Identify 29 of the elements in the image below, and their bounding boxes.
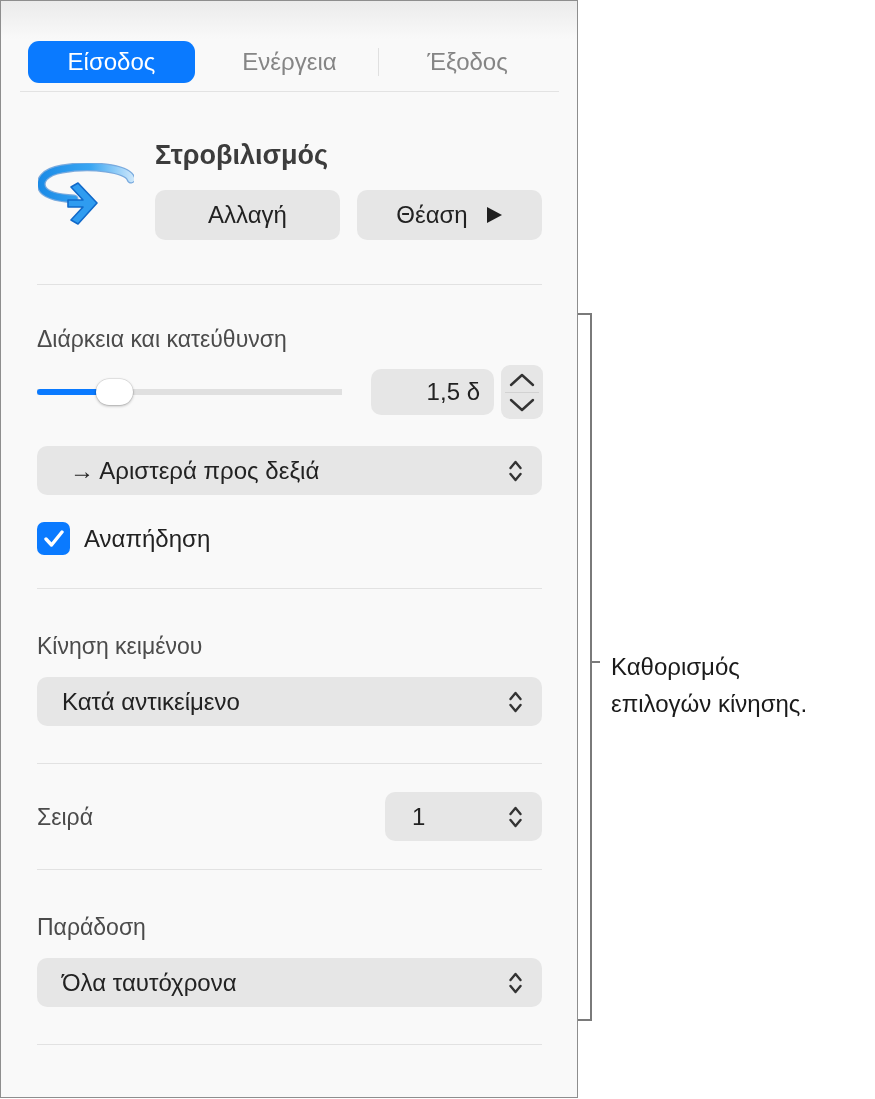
tab[interactable]: Έξοδος: [384, 41, 551, 83]
chevron-down-icon: [509, 397, 535, 412]
section-heading: Σειρά: [37, 802, 93, 832]
swirl-arrow-icon: [38, 163, 134, 225]
chevron-up-icon: [509, 372, 535, 387]
order-popup[interactable]: 1: [385, 792, 542, 841]
up-down-chevron-icon: [509, 690, 522, 713]
up-down-chevron-icon: [509, 971, 522, 994]
slider-thumb[interactable]: [95, 379, 133, 405]
preview-button[interactable]: Θέαση: [357, 190, 542, 240]
popup-menu[interactable]: Όλα ταυτόχρονα: [37, 958, 542, 1007]
checkmark-icon: [43, 530, 64, 547]
tab[interactable]: Ενέργεια: [206, 41, 373, 83]
checkbox[interactable]: [37, 522, 70, 555]
tab[interactable]: Είσοδος: [28, 41, 195, 83]
direction-popup[interactable]: → Αριστερά προς δεξιά: [37, 446, 542, 495]
stepper-control[interactable]: [501, 365, 543, 419]
callout-text: Καθορισμός επιλογών κίνησης.: [611, 652, 809, 719]
effect-title: Στροβιλισμός: [155, 139, 329, 172]
duration-field[interactable]: 1,5 δ: [371, 369, 494, 415]
change-button[interactable]: Αλλαγή: [155, 190, 340, 240]
play-icon: [485, 206, 503, 224]
section-heading: Παράδοση: [37, 913, 147, 942]
up-down-chevron-icon: [509, 805, 522, 828]
section-heading: Κίνηση κειμένου: [37, 632, 204, 661]
up-down-chevron-icon: [509, 459, 522, 482]
popup-menu[interactable]: Κατά αντικείμενο: [37, 677, 542, 726]
checkbox-label[interactable]: Αναπήδηση: [84, 523, 211, 554]
section-heading: Διάρκεια και κατεύθυνση: [37, 325, 288, 354]
